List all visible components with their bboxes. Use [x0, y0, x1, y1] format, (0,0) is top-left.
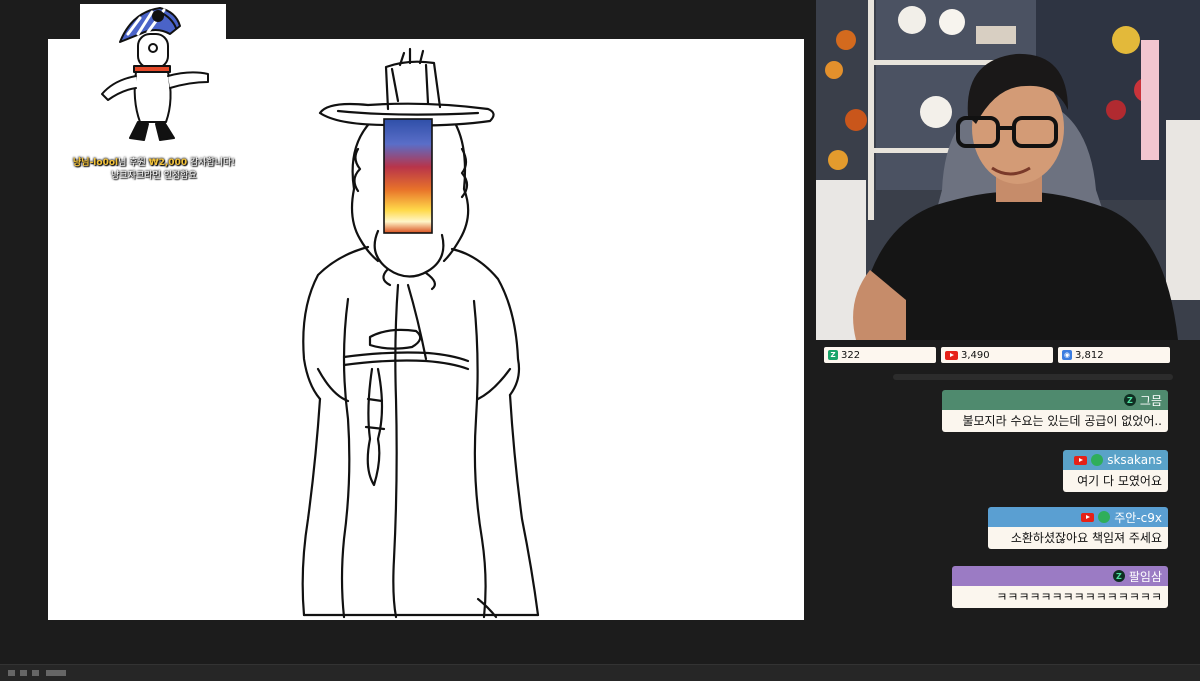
donor-name: 냥님-lo0ol: [73, 158, 119, 168]
editor-bottom-toolbar: [0, 664, 1200, 681]
chat-message: sksakans 여기 다 모였어요: [1063, 450, 1168, 492]
donation-message: 냥크자크라면 인정함요: [111, 171, 197, 181]
chat-username: 팔임삼: [1128, 569, 1162, 584]
chat-text: 소환하셨잖아요 책임져 주세요: [988, 527, 1168, 549]
stat-chzzk: Z 322: [824, 347, 936, 363]
donation-thanks: 감사합니다!: [187, 158, 235, 168]
chat-username: sksakans: [1107, 453, 1162, 467]
viewer-stats-bar: Z 322 3,490 ◉ 3,812: [824, 347, 1170, 363]
chat-header: 주안-c9x: [988, 507, 1168, 527]
webcam-feed: [816, 0, 1200, 340]
chat-text: 여기 다 모였어요: [1063, 470, 1168, 492]
youtube-badge-icon: [1081, 512, 1095, 522]
next-frame-icon[interactable]: [32, 670, 39, 676]
stat-chzzk-value: 322: [841, 349, 861, 361]
chat-header: Z 그믐: [942, 390, 1168, 410]
sunset-face: [384, 119, 432, 233]
stat-viewers: ◉ 3,812: [1058, 347, 1170, 363]
stat-viewers-value: 3,812: [1075, 349, 1104, 361]
viewer-icon: ◉: [1062, 350, 1072, 360]
chat-message: Z 팔임삼 ㅋㅋㅋㅋㅋㅋㅋㅋㅋㅋㅋㅋㅋㅋㅋ: [952, 566, 1168, 608]
chat-header: Z 팔임삼: [952, 566, 1168, 586]
youtube-badge-icon: [1074, 455, 1088, 465]
chat-message: Z 그믐 불모지라 수요는 있는데 공급이 없었어..: [942, 390, 1168, 432]
timeline-slider[interactable]: [46, 670, 66, 676]
donation-mascot: [80, 4, 226, 150]
stat-youtube: 3,490: [941, 347, 1053, 363]
chzzk-badge-icon: Z: [1112, 570, 1125, 582]
mascot-illustration: [101, 7, 209, 141]
chat-text: ㅋㅋㅋㅋㅋㅋㅋㅋㅋㅋㅋㅋㅋㅋㅋ: [952, 586, 1168, 608]
stat-youtube-value: 3,490: [961, 349, 990, 361]
chat-username: 주안-c9x: [1114, 510, 1162, 525]
donation-suffix: 님 후원: [118, 158, 146, 168]
play-icon[interactable]: [20, 670, 27, 676]
stream-layout: 냥님-lo0ol님 후원 ₩2,000 감사합니다! 냥크자크라면 인정함요 Z…: [0, 0, 1200, 681]
donation-alert: 냥님-lo0ol님 후원 ₩2,000 감사합니다! 냥크자크라면 인정함요: [56, 4, 252, 190]
donation-amount: ₩2,000: [148, 158, 188, 168]
chat-message: 주안-c9x 소환하셨잖아요 책임져 주세요: [988, 507, 1168, 549]
donation-text: 냥님-lo0ol님 후원 ₩2,000 감사합니다! 냥크자크라면 인정함요: [56, 157, 252, 183]
member-badge-icon: [1091, 454, 1104, 466]
prev-frame-icon[interactable]: [8, 670, 15, 676]
chat-text: 불모지라 수요는 있는데 공급이 없었어..: [942, 410, 1168, 432]
progress-track: [893, 374, 1173, 380]
chat-header: sksakans: [1063, 450, 1168, 470]
donation-line-1: 냥님-lo0ol님 후원 ₩2,000 감사합니다!: [56, 157, 252, 170]
youtube-icon: [945, 350, 958, 360]
chat-username: 그믐: [1139, 393, 1162, 408]
webcam-scene: [816, 0, 1200, 340]
member-badge-icon: [1098, 511, 1111, 523]
chzzk-badge-icon: Z: [1123, 394, 1136, 406]
chzzk-icon: Z: [828, 350, 838, 360]
